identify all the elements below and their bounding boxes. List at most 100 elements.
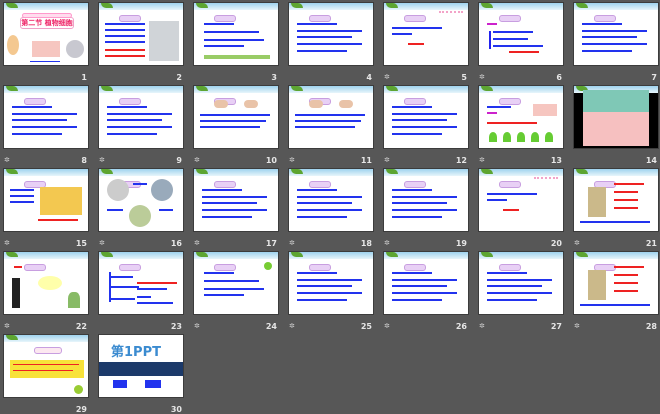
text-line [137,296,151,298]
text-line [10,189,34,191]
text-line [392,196,457,198]
slide-thumbnail[interactable] [573,168,659,232]
animation-star-icon[interactable]: ✲ [289,322,295,330]
slide-thumbnail[interactable] [383,168,469,232]
text-line [12,126,77,128]
animation-star-icon[interactable]: ✲ [4,156,10,164]
slide-thumbnail[interactable] [573,251,659,315]
slide-thumbnail[interactable] [98,2,184,66]
slide-thumbnail[interactable] [288,168,374,232]
animation-star-icon[interactable]: ✲ [384,156,390,164]
slide-thumbnail[interactable] [98,168,184,232]
animation-star-icon[interactable]: ✲ [289,239,295,247]
slide-thumbnail[interactable] [573,2,659,66]
plant-icon [503,132,511,142]
animation-star-icon[interactable]: ✲ [99,239,105,247]
slide-number: 7 [651,73,657,82]
slide-thumbnail[interactable]: 第二节 植物细胞 [3,2,89,66]
slide-thumbnail[interactable] [573,85,659,149]
slide-thumbnail[interactable] [193,85,279,149]
animation-star-icon[interactable]: ✲ [384,239,390,247]
slide-thumbnail[interactable] [383,251,469,315]
slide-thumbnail[interactable]: 第1PPT [98,334,184,398]
microscope-view-image [66,40,84,58]
flower-branch-icon [439,11,463,21]
slide-thumbnail[interactable] [3,85,89,149]
text-line [614,290,638,292]
animation-star-icon[interactable]: ✲ [194,156,200,164]
slide-number: 24 [265,322,277,331]
text-line [297,209,362,211]
animation-star-icon[interactable]: ✲ [289,156,295,164]
leaf-logo-icon [386,86,398,91]
leaf-logo-icon [6,335,18,340]
leaf-logo-icon [6,3,18,8]
slide-thumbnail[interactable] [478,85,564,149]
slide-thumbnail[interactable] [3,251,89,315]
slide-thumbnail[interactable] [288,2,374,66]
slide-number: 3 [271,73,277,82]
slide-title-banner [214,181,236,188]
slide-item: 24 ✲ [193,251,279,331]
slide-thumbnail[interactable] [3,334,89,398]
animation-star-icon[interactable]: ✲ [479,156,485,164]
slide-thumbnail[interactable] [288,85,374,149]
animation-star-icon[interactable]: ✲ [384,73,390,81]
slide-thumbnail[interactable] [193,2,279,66]
text-line [493,31,533,33]
leaf-logo-icon [481,252,493,257]
slide-thumbnail[interactable] [383,2,469,66]
slide-title-banner [309,181,331,188]
slide-thumbnail[interactable] [98,85,184,149]
slide-title-banner [499,15,521,22]
animation-star-icon[interactable]: ✲ [479,322,485,330]
text-line [107,119,162,121]
slide-item: 7 [573,2,659,82]
slide-item: 6 ✲ [478,2,564,82]
slide-thumbnail[interactable] [98,251,184,315]
slide-item: 第二节 植物细胞 1 [3,2,89,82]
text-line [614,191,638,193]
animation-star-icon[interactable]: ✲ [574,239,580,247]
slide-thumbnail[interactable] [193,168,279,232]
slide-item: 14 [573,85,659,165]
text-line [297,285,352,287]
text-line [392,292,457,294]
animation-star-icon[interactable]: ✲ [4,239,10,247]
animation-star-icon[interactable]: ✲ [384,322,390,330]
slide-number: 13 [550,156,562,165]
slide-thumbnail[interactable] [3,168,89,232]
slide-item: 18 ✲ [288,168,374,248]
animation-star-icon[interactable]: ✲ [194,239,200,247]
animation-star-icon[interactable]: ✲ [574,322,580,330]
slide-thumbnail[interactable] [193,251,279,315]
text-line [487,199,507,201]
slide-title-banner [214,15,236,22]
slide-thumbnail[interactable] [288,251,374,315]
animation-star-icon[interactable]: ✲ [194,322,200,330]
leaf-logo-icon [6,169,18,174]
animation-star-icon[interactable]: ✲ [479,73,485,81]
text-line [487,292,552,294]
text-line [105,35,145,37]
text-line [295,120,361,122]
text-line [204,45,244,47]
cell-circle [107,179,129,201]
slide-item: 21 ✲ [573,168,659,248]
animation-star-icon[interactable]: ✲ [4,322,10,330]
text-line [614,183,644,185]
flower-branch-icon [534,177,558,187]
text-line [111,298,135,300]
text-line [392,285,447,287]
slide-thumbnail[interactable] [383,85,469,149]
text-line [107,106,147,108]
slide-thumbnail[interactable] [478,2,564,66]
slide-thumbnail[interactable] [478,168,564,232]
text-line [133,183,147,185]
animation-star-icon[interactable]: ✲ [99,156,105,164]
leaf-logo-icon [101,86,113,91]
slide-title-banner [309,264,331,271]
leaf-logo-icon [386,169,398,174]
slide-number: 16 [170,239,182,248]
slide-thumbnail[interactable] [478,251,564,315]
